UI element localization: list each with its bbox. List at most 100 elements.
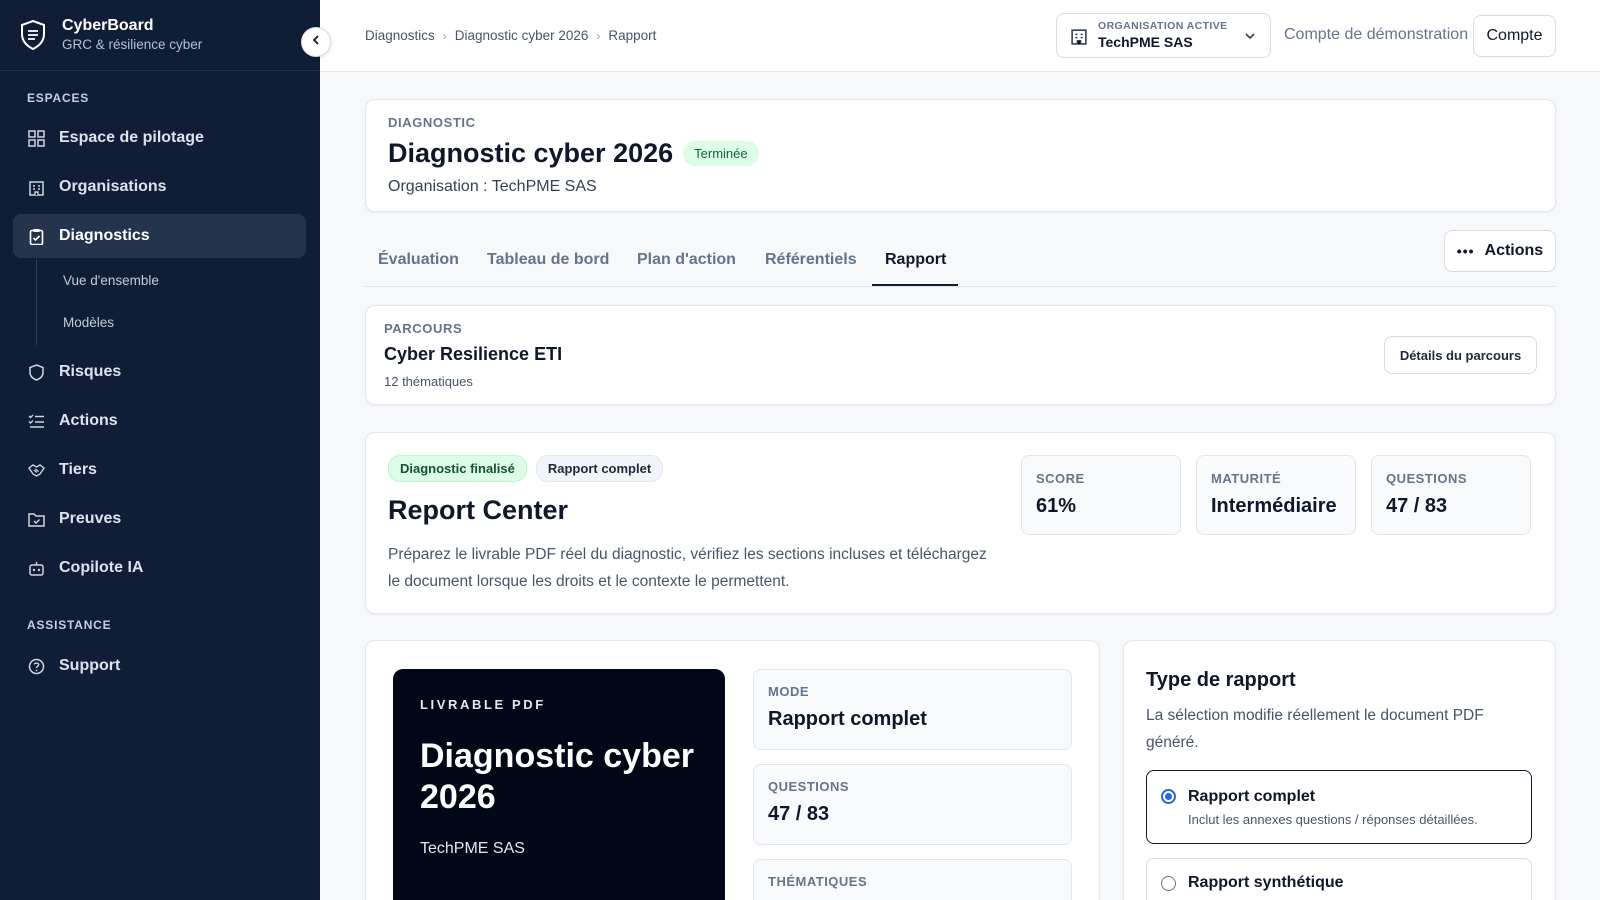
app-tagline: GRC & résilience cyber — [62, 37, 203, 52]
diagnostic-header-card: DIAGNOSTIC Diagnostic cyber 2026 Terminé… — [365, 99, 1556, 212]
parcours-details-button[interactable]: Détails du parcours — [1384, 336, 1537, 374]
sidebar-item-organisations[interactable]: Organisations — [13, 165, 306, 209]
section-label-assistance: ASSISTANCE — [27, 618, 112, 632]
report-type-title: Type de rapport — [1146, 669, 1296, 691]
subnav-item-modeles[interactable]: Modèles — [63, 315, 114, 330]
stat-label: SCORE — [1036, 471, 1085, 486]
pdf-thematiques-box: THÉMATIQUES — [753, 859, 1072, 900]
parcours-name: Cyber Resilience ETI — [384, 344, 563, 364]
tab-plan-action[interactable]: Plan d'action — [637, 251, 736, 269]
sidebar-item-actions[interactable]: Actions — [13, 399, 306, 443]
sidebar-item-label: Preuves — [59, 510, 122, 527]
stat-questions: QUESTIONS 47 / 83 — [1371, 455, 1531, 535]
breadcrumb-item-diagnostic[interactable]: Diagnostic cyber 2026 — [455, 28, 589, 43]
shield-icon — [27, 363, 45, 381]
account-button[interactable]: Compte — [1473, 15, 1556, 57]
collapse-sidebar-button[interactable] — [301, 27, 331, 57]
header-overline: DIAGNOSTIC — [388, 115, 476, 130]
pdf-mode-box: MODE Rapport complet — [753, 669, 1072, 750]
pdf-overline: LIVRABLE PDF — [420, 697, 546, 712]
report-option-complet[interactable]: Rapport complet Inclut les annexes quest… — [1146, 770, 1532, 844]
sidebar-item-support[interactable]: Support — [13, 644, 306, 688]
sidebar: CyberBoard GRC & résilience cyber ESPACE… — [0, 0, 320, 900]
active-organisation-select[interactable]: ORGANISATION ACTIVE TechPME SAS — [1056, 13, 1271, 58]
parcours-overline: PARCOURS — [384, 321, 463, 336]
pdf-cover-preview: LIVRABLE PDF Diagnostic cyber 2026 TechP… — [393, 669, 725, 900]
breadcrumb-item-current: Rapport — [608, 28, 657, 43]
stat-label: MATURITÉ — [1211, 471, 1282, 486]
sidebar-item-label: Tiers — [59, 461, 97, 478]
parcours-card: PARCOURS Cyber Resilience ETI 12 thémati… — [365, 305, 1556, 405]
stat-label: QUESTIONS — [1386, 471, 1468, 486]
report-center-title: Report Center — [388, 495, 569, 525]
sidebar-item-preuves[interactable]: Preuves — [13, 497, 306, 541]
report-center-description: Préparez le livrable PDF réel du diagnos… — [388, 541, 987, 595]
option-description: Inclut les annexes questions / réponses … — [1188, 812, 1478, 827]
building-icon — [1070, 27, 1088, 45]
brand[interactable]: CyberBoard GRC & résilience cyber — [0, 0, 320, 71]
building-icon — [27, 178, 45, 196]
radio-selected[interactable] — [1161, 789, 1176, 804]
description-line: généré. — [1146, 734, 1199, 751]
help-circle-icon — [27, 657, 45, 675]
sidebar-item-copilote-ia[interactable]: Copilote IA — [13, 546, 306, 590]
pdf-title: Diagnostic cyber 2026 — [420, 736, 698, 818]
description-line: le document lorsque les droits et le con… — [388, 573, 790, 590]
stat-score: SCORE 61% — [1021, 455, 1181, 535]
radio-unselected[interactable] — [1161, 876, 1176, 891]
questions-label: QUESTIONS — [768, 779, 850, 794]
handshake-icon — [27, 461, 45, 479]
rapport-complet-badge: Rapport complet — [535, 455, 664, 482]
parcours-count: 12 thématiques — [384, 374, 473, 389]
diagnostic-tabs: Évaluation Tableau de bord Plan d'action… — [365, 240, 1556, 287]
section-label-espaces: ESPACES — [27, 91, 90, 105]
folder-check-icon — [27, 510, 45, 528]
description-line: Préparez le livrable PDF réel du diagnos… — [388, 546, 987, 563]
pdf-questions-box: QUESTIONS 47 / 83 — [753, 764, 1072, 845]
stat-value: 47 / 83 — [1386, 495, 1448, 517]
mode-label: MODE — [768, 684, 809, 699]
status-badge: Terminée — [683, 141, 759, 166]
diagnostic-finalise-badge: Diagnostic finalisé — [388, 455, 527, 482]
sidebar-item-label: Diagnostics — [59, 227, 150, 244]
sidebar-item-label: Copilote IA — [59, 559, 144, 576]
org-select-label: ORGANISATION ACTIVE — [1098, 20, 1228, 32]
sidebar-item-label: Support — [59, 657, 121, 674]
pdf-title-line: 2026 — [420, 778, 496, 816]
bot-icon — [27, 559, 45, 577]
tab-tableau-de-bord[interactable]: Tableau de bord — [487, 251, 609, 269]
pdf-title-line: Diagnostic cyber — [420, 737, 694, 775]
sidebar-item-diagnostics[interactable]: Diagnostics — [13, 214, 306, 258]
tab-rapport[interactable]: Rapport — [885, 251, 946, 269]
mode-value: Rapport complet — [768, 708, 927, 730]
actions-button-label: Actions — [1484, 242, 1544, 259]
dashboard-icon — [27, 129, 45, 147]
sidebar-item-label: Organisations — [59, 178, 167, 195]
stat-maturite: MATURITÉ Intermédiaire — [1196, 455, 1356, 535]
shield-logo-icon — [20, 20, 46, 50]
stat-value: 61% — [1036, 495, 1077, 517]
breadcrumb: Diagnostics › Diagnostic cyber 2026 › Ra… — [365, 28, 656, 43]
tab-evaluation[interactable]: Évaluation — [378, 251, 459, 269]
description-line: La sélection modifie réellement le docum… — [1146, 707, 1484, 724]
breadcrumb-separator-icon: › — [596, 28, 601, 43]
option-label: Rapport complet — [1188, 788, 1316, 805]
option-label: Rapport synthétique — [1188, 874, 1344, 891]
pdf-organisation: TechPME SAS — [420, 840, 525, 857]
more-horizontal-icon: ••• — [1456, 243, 1475, 259]
questions-value: 47 / 83 — [768, 803, 830, 825]
breadcrumb-item-diagnostics[interactable]: Diagnostics — [365, 28, 435, 43]
demo-account-label: Compte de démonstration — [1284, 26, 1469, 43]
sidebar-item-risques[interactable]: Risques — [13, 350, 306, 394]
sidebar-item-espace-de-pilotage[interactable]: Espace de pilotage — [13, 116, 306, 160]
report-option-synthetique[interactable]: Rapport synthétique — [1146, 858, 1532, 900]
tab-referentiels[interactable]: Référentiels — [765, 251, 857, 269]
org-select-value: TechPME SAS — [1098, 34, 1193, 50]
sidebar-item-tiers[interactable]: Tiers — [13, 448, 306, 492]
active-tab-indicator — [872, 284, 958, 286]
actions-menu-button[interactable]: ••• Actions — [1444, 230, 1556, 272]
checklist-icon — [27, 412, 45, 430]
topbar: Diagnostics › Diagnostic cyber 2026 › Ra… — [320, 0, 1600, 72]
subnav-item-vue-ensemble[interactable]: Vue d'ensemble — [63, 273, 159, 288]
chevron-left-icon — [310, 33, 322, 51]
